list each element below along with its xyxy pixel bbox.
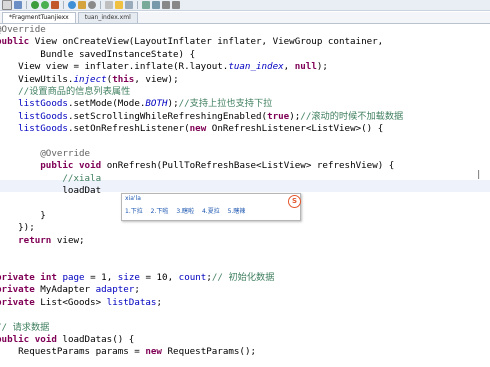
text-cursor-icon: | [476,170,482,180]
code-line[interactable]: loadDat [0,185,101,197]
format-icon[interactable] [125,1,133,9]
tab-fragment-tuanjie[interactable]: *FragmentTuanjiexx [2,12,76,23]
open-type-icon[interactable] [78,1,86,9]
ime-pinyin-input: xia'la [125,195,141,202]
code-line[interactable]: // 请求数据 [0,322,49,334]
save-icon[interactable] [14,1,22,9]
code-line[interactable]: public View onCreateView(LayoutInflater … [0,36,383,48]
ime-candidate[interactable]: 2.下啦 [151,208,169,215]
next-annotation-icon[interactable] [142,1,150,9]
code-line[interactable]: } [0,210,46,222]
code-line[interactable]: private MyAdapter adapter; [0,284,140,296]
code-line[interactable]: listGoods.setOnRefreshListener(new OnRef… [0,123,383,135]
code-line[interactable]: @Override [0,24,46,36]
code-line[interactable]: private int page = 1, size = 10, count;/… [0,272,274,284]
code-line[interactable]: return view; [0,235,84,247]
code-line[interactable]: View view = inflater.inflate(R.layout.tu… [0,61,328,73]
ime-candidate-list[interactable]: 1.下拉 2.下啦 3.瞎啦 4.夏拉 5.瞎辣 [125,206,251,215]
ime-candidate[interactable]: 1.下拉 [125,208,143,215]
editor-tab-bar: *FragmentTuanjiexx tuan_index.xml [0,12,490,24]
code-line[interactable]: public void onRefresh(PullToRefreshBase<… [0,160,394,172]
toggle-mark-icon[interactable] [115,1,123,9]
debug-icon[interactable] [31,1,39,9]
code-line[interactable]: //设置商品的信息列表属性 [0,86,130,98]
new-class-icon[interactable] [68,1,76,9]
ime-logo-icon: S [288,195,301,208]
code-line[interactable]: RequestParams params = new RequestParams… [0,346,256,358]
new-file-icon[interactable] [2,0,12,10]
back-icon[interactable] [162,1,170,9]
tab-tuan-index-xml[interactable]: tuan_index.xml [77,12,138,23]
forward-icon[interactable] [172,1,180,9]
code-line[interactable]: }); [0,222,35,234]
toolbar [0,0,490,11]
code-line[interactable]: public void loadDatas() { [0,334,134,346]
ime-candidate[interactable]: 3.瞎啦 [176,208,194,215]
prev-annotation-icon[interactable] [152,1,160,9]
annotation-icon[interactable] [105,1,113,9]
code-line[interactable]: //xiala [0,173,101,185]
code-line[interactable]: @Override [0,148,90,160]
ime-candidate-popup[interactable]: xia'la 1.下拉 2.下啦 3.瞎啦 4.夏拉 5.瞎辣 S [121,193,301,221]
toolbar-separator [26,1,27,9]
toolbar-separator [137,1,138,9]
search-icon[interactable] [88,1,96,9]
ime-candidate[interactable]: 5.瞎辣 [228,208,246,215]
toolbar-separator [63,1,64,9]
code-line[interactable]: Bundle savedInstanceState) { [0,49,195,61]
run-icon[interactable] [41,1,49,9]
ime-candidate[interactable]: 4.夏拉 [202,208,220,215]
code-line[interactable]: private List<Goods> listDatas; [0,297,162,309]
code-line[interactable]: listGoods.setScrollingWhileRefreshingEna… [0,111,403,123]
external-tools-icon[interactable] [51,1,59,9]
toolbar-separator [100,1,101,9]
code-line[interactable]: listGoods.setMode(Mode.BOTH);//支持上拉也支持下拉 [0,98,272,110]
code-line[interactable]: ViewUtils.inject(this, view); [0,74,178,86]
